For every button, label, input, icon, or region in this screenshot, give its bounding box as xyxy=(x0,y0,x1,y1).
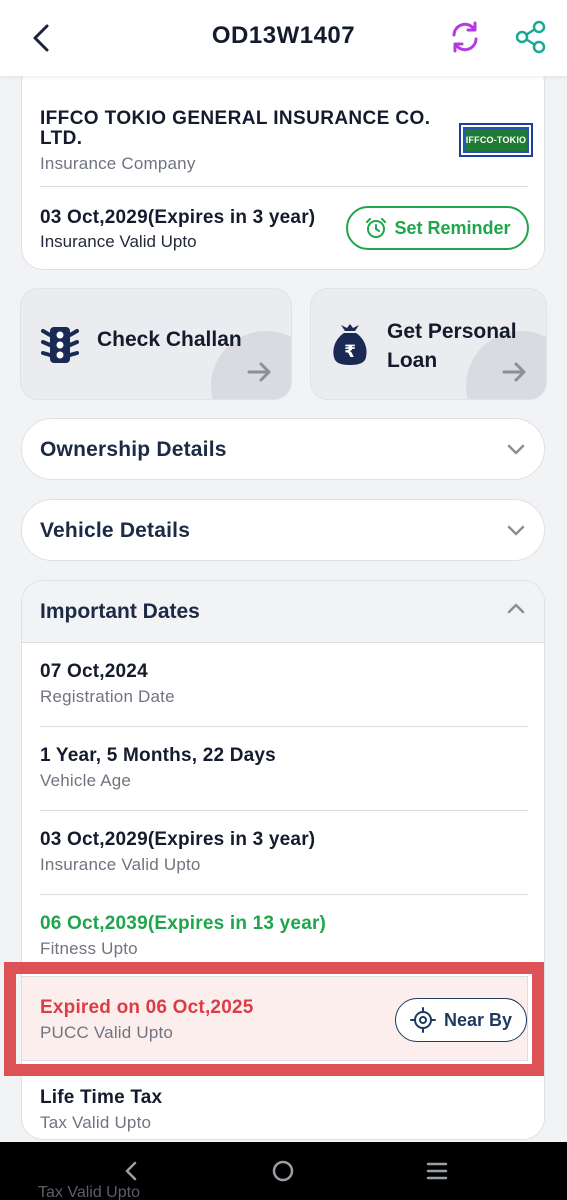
chevron-down-icon xyxy=(507,525,525,536)
nav-back-button[interactable] xyxy=(116,1156,146,1186)
vehicle-age-row: 1 Year, 5 Months, 22 Days Vehicle Age xyxy=(40,727,528,811)
important-dates-title: Important Dates xyxy=(40,600,200,623)
refresh-icon xyxy=(452,21,478,53)
insurance-valid-date: 03 Oct,2029(Expires in 3 year) xyxy=(40,207,316,228)
vehicle-details-title: Vehicle Details xyxy=(40,519,191,542)
insurance-valid-row: 03 Oct,2029(Expires in 3 year) Insurance… xyxy=(40,811,528,895)
scroll-peek-text: Tax Valid Upto xyxy=(38,1184,140,1200)
insurer-logo-text: IFFCO-TOKIO xyxy=(463,127,529,153)
tax-value: Life Time Tax xyxy=(40,1087,163,1108)
insurance-valid-label: Insurance Valid Upto xyxy=(40,855,201,874)
insurance-company-name: IFFCO TOKIO GENERAL INSURANCE CO. LTD. xyxy=(40,108,431,149)
vehicle-age-value: 1 Year, 5 Months, 22 Days xyxy=(40,745,276,766)
top-app-bar: OD13W1407 xyxy=(0,0,567,76)
set-reminder-button[interactable]: Set Reminder xyxy=(346,206,529,250)
fitness-label: Fitness Upto xyxy=(40,939,138,958)
important-dates-header[interactable]: Important Dates xyxy=(22,581,544,643)
registration-date-value: 07 Oct,2024 xyxy=(40,661,148,682)
registration-date-row: 07 Oct,2024 Registration Date xyxy=(40,643,528,727)
arrow-right-icon xyxy=(502,362,526,382)
nav-recents-button[interactable] xyxy=(422,1156,452,1186)
arrow-right-icon xyxy=(247,362,271,382)
ownership-details-accordion[interactable]: Ownership Details xyxy=(21,418,545,480)
refresh-button[interactable] xyxy=(444,16,486,58)
check-challan-card[interactable]: Check Challan xyxy=(20,288,292,400)
ownership-details-title: Ownership Details xyxy=(40,438,227,461)
vehicle-age-label: Vehicle Age xyxy=(40,771,132,790)
personal-loan-card[interactable]: ₹ Get Personal Loan xyxy=(310,288,547,400)
share-button[interactable] xyxy=(510,16,552,58)
tax-row: Life Time Tax Tax Valid Upto xyxy=(40,1069,528,1139)
nav-home-button[interactable] xyxy=(268,1156,298,1186)
insurer-logo: IFFCO-TOKIO xyxy=(459,123,533,157)
tax-label: Tax Valid Upto xyxy=(40,1113,152,1132)
system-navigation-bar: Tax Valid Upto xyxy=(0,1142,567,1200)
chevron-up-icon xyxy=(507,603,525,614)
vehicle-details-accordion[interactable]: Vehicle Details xyxy=(21,499,545,561)
insurance-company-label: Insurance Company xyxy=(40,154,196,173)
set-reminder-label: Set Reminder xyxy=(394,217,511,238)
back-nav-icon xyxy=(125,1161,137,1181)
registration-date-label: Registration Date xyxy=(40,687,175,706)
check-challan-label: Check Challan xyxy=(97,328,242,351)
share-icon xyxy=(515,20,546,54)
alarm-clock-icon xyxy=(366,218,387,238)
highlight-frame xyxy=(4,962,544,1076)
insurance-valid-label: Insurance Valid Upto xyxy=(40,232,197,251)
svg-text:₹: ₹ xyxy=(344,342,356,362)
home-nav-icon xyxy=(272,1160,294,1182)
traffic-light-icon xyxy=(41,327,79,363)
divider xyxy=(40,186,528,187)
fitness-value: 06 Oct,2039(Expires in 13 year) xyxy=(40,913,327,934)
chevron-down-icon xyxy=(507,444,525,455)
money-bag-icon: ₹ xyxy=(333,324,367,365)
insurance-card: IFFCO TOKIO GENERAL INSURANCE CO. LTD. I… xyxy=(21,60,545,270)
insurance-valid-value: 03 Oct,2029(Expires in 3 year) xyxy=(40,829,316,850)
recents-nav-icon xyxy=(426,1162,448,1180)
